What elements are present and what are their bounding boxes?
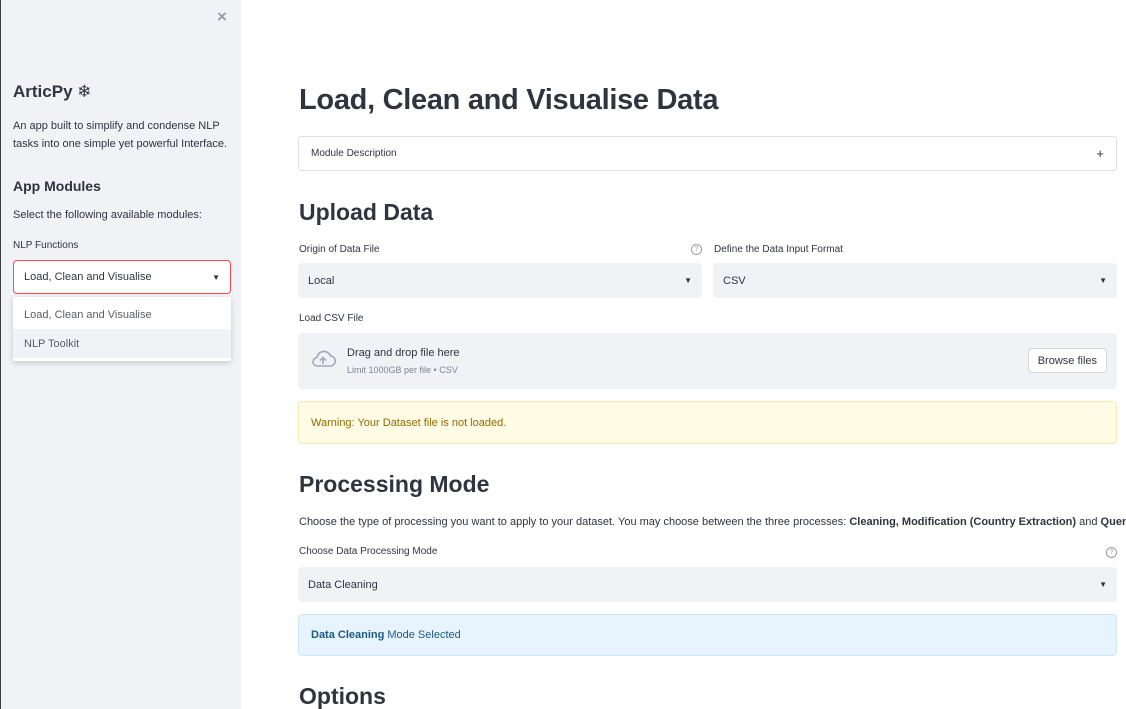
mode-label: Choose Data Processing Mode [299, 546, 438, 557]
warning-alert: Warning: Your Dataset file is not loaded… [298, 401, 1117, 444]
processing-desc-bold1: Cleaning, Modification (Country Extracti… [849, 516, 1077, 528]
help-icon[interactable]: ? [1106, 547, 1117, 558]
expander-label: Module Description [311, 148, 397, 159]
origin-label: Origin of Data File [299, 244, 380, 255]
file-uploader[interactable]: Drag and drop file here Limit 1000GB per… [298, 333, 1117, 389]
info-bold: Data Cleaning [311, 629, 385, 641]
format-label: Define the Data Input Format [714, 244, 843, 255]
dropdown-option-load-clean-visualise[interactable]: Load, Clean and Visualise [13, 300, 231, 329]
processing-desc-mid: and [1076, 516, 1101, 528]
modules-title: App Modules [13, 178, 101, 194]
processing-mode-value: Data Cleaning [308, 578, 378, 591]
caret-down-icon: ▼ [684, 276, 692, 285]
file-label: Load CSV File [299, 313, 364, 324]
sidebar: × ArticPy ❄ An app built to simplify and… [0, 0, 241, 709]
nlp-functions-select[interactable]: Load, Clean and Visualise ▼ [13, 260, 231, 294]
caret-down-icon: ▼ [1099, 276, 1107, 285]
info-alert: Data Cleaning Mode Selected [298, 614, 1117, 656]
close-sidebar-icon[interactable]: × [214, 8, 230, 25]
drop-subtitle: Limit 1000GB per file • CSV [347, 365, 458, 375]
nlp-functions-dropdown: Load, Clean and Visualise NLP Toolkit [13, 297, 231, 361]
module-description-expander[interactable]: Module Description + [298, 136, 1117, 171]
options-heading: Options [299, 683, 386, 709]
main-content: Load, Clean and Visualise Data Module De… [241, 0, 1126, 709]
nlp-functions-selected-value: Load, Clean and Visualise [24, 271, 152, 283]
cloud-upload-icon [312, 350, 336, 367]
processing-mode-heading: Processing Mode [299, 471, 490, 497]
origin-selected-value: Local [308, 274, 335, 287]
nlp-functions-label: NLP Functions [13, 240, 79, 251]
modules-subtitle: Select the following available modules: [13, 209, 202, 221]
plus-icon: + [1096, 146, 1104, 161]
processing-desc-bold2: Query. [1100, 516, 1126, 528]
caret-down-icon: ▼ [212, 272, 220, 282]
processing-description: Choose the type of processing you want t… [299, 516, 1126, 528]
browse-files-button[interactable]: Browse files [1027, 348, 1107, 373]
processing-mode-select[interactable]: Data Cleaning ▼ [298, 567, 1117, 602]
drop-title: Drag and drop file here [347, 347, 460, 359]
processing-desc-text: Choose the type of processing you want t… [299, 516, 850, 528]
origin-select[interactable]: Local ▼ [298, 263, 702, 298]
info-text: Mode Selected [387, 629, 461, 641]
app-description: An app built to simplify and condense NL… [13, 120, 227, 150]
help-icon[interactable]: ? [691, 244, 702, 255]
format-selected-value: CSV [723, 274, 746, 287]
page-title: Load, Clean and Visualise Data [299, 84, 719, 116]
format-select[interactable]: CSV ▼ [713, 263, 1117, 298]
app-title: ArticPy ❄ [13, 82, 92, 101]
dropdown-option-nlp-toolkit[interactable]: NLP Toolkit [13, 329, 231, 358]
upload-data-heading: Upload Data [299, 199, 434, 225]
caret-down-icon: ▼ [1099, 580, 1107, 589]
